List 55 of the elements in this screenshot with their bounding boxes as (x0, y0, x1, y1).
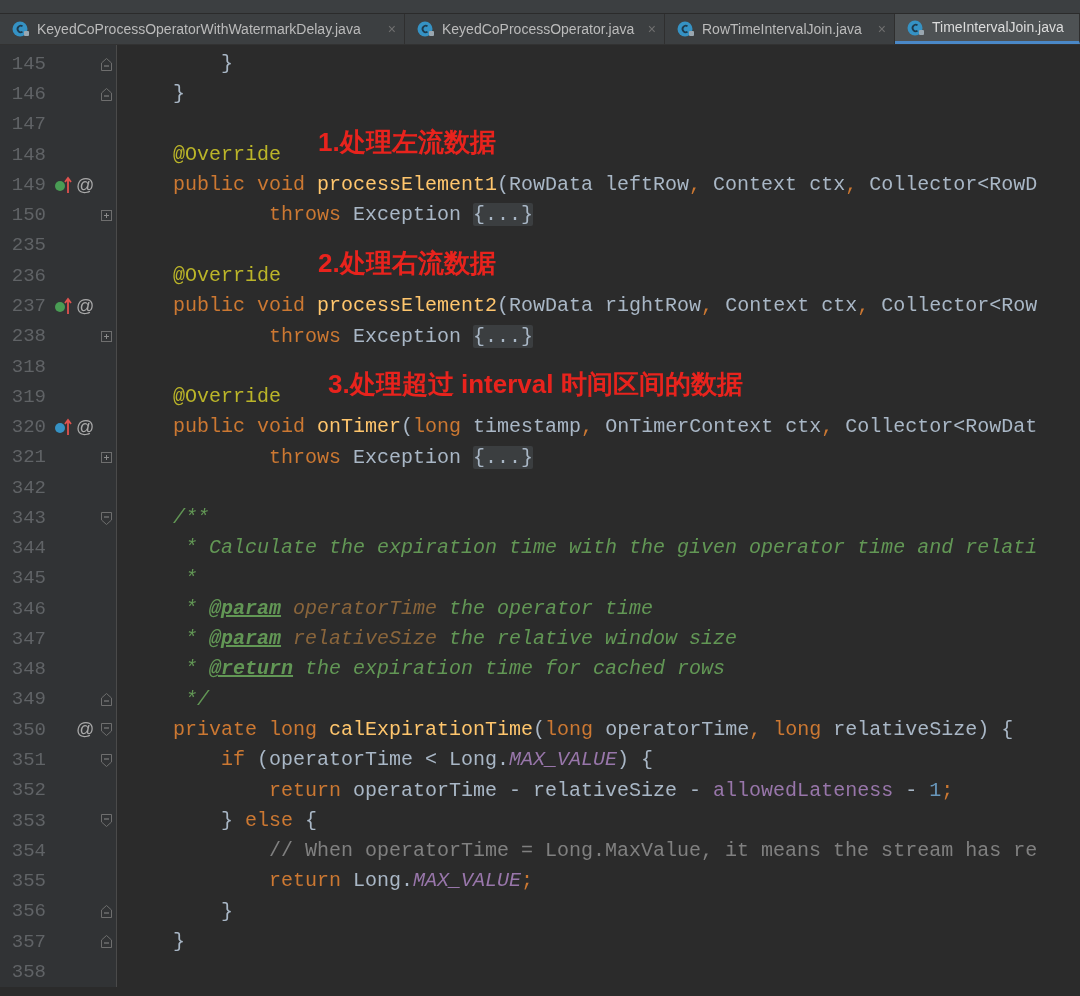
code-line: throws Exception {...} (268, 323, 534, 350)
annotation-marker[interactable]: @ (76, 413, 95, 441)
expand-icon[interactable] (100, 209, 112, 221)
code-line: * @param relativeSize the relative window size (184, 626, 738, 653)
expand-icon[interactable] (100, 452, 112, 464)
code-line: } (172, 928, 185, 955)
annotation-note: 2.处理右流数据 (318, 246, 496, 279)
unfold-icon[interactable] (100, 693, 112, 707)
fold-icon[interactable] (100, 753, 112, 767)
fold-icon[interactable] (100, 814, 112, 828)
code-line: * (184, 565, 197, 592)
code-line: } (220, 898, 234, 925)
unfold-icon[interactable] (100, 905, 112, 919)
editor-tab[interactable]: KeyedCoProcessOperator.java × (405, 14, 665, 44)
code-line: if (operatorTime < Long.MAX_VALUE) { (220, 747, 654, 774)
editor-tab[interactable]: TimeIntervalJoin.java (895, 14, 1080, 44)
class-icon (677, 20, 695, 38)
code-line: @Override (172, 384, 282, 411)
code-line: return Long.MAX_VALUE; (268, 868, 534, 895)
code-line: * Calculate the expiration time with the given operator time and relati (184, 535, 1038, 562)
code-line: // When operatorTime = Long.MaxValue, it means the stream has re (268, 838, 1038, 865)
code-line: * @return the expiration time for cached rows (184, 656, 726, 683)
implementing-method-icon[interactable] (54, 297, 72, 316)
implementing-method-icon[interactable] (54, 176, 72, 195)
code-line: public void onTimer(long timestamp, OnTimerContext ctx, Collector<RowDat (172, 414, 1038, 441)
annotation-note: 3.处理超过 interval 时间区间的数据 (328, 367, 743, 400)
code-line: * @param operatorTime the operator time (184, 595, 654, 622)
code-line: private long calExpirationTime(long operatorTime, long relativeSize) { (172, 716, 1014, 743)
code-line: } (220, 51, 234, 78)
code-line: @Override (172, 263, 282, 289)
unfold-icon[interactable] (100, 57, 112, 71)
annotation-marker[interactable]: @ (76, 292, 95, 320)
code-line: public void processElement1(RowData leftRow, Context ctx, Collector<RowD (172, 172, 1038, 199)
annotation-note: 1.处理左流数据 (318, 125, 496, 158)
annotation-marker[interactable]: @ (76, 716, 95, 744)
code-line: throws Exception {...} (268, 444, 534, 471)
editor-tab[interactable]: KeyedCoProcessOperatorWithWatermarkDelay.java × (0, 14, 405, 44)
expand-icon[interactable] (100, 331, 112, 342)
class-icon (12, 20, 30, 38)
code-line: } (172, 81, 185, 108)
class-icon (907, 18, 925, 37)
code-line: */ (184, 686, 209, 713)
code-line: /** (172, 505, 209, 532)
class-icon (417, 20, 435, 38)
code-line: return operatorTime - relativeSize - allowedLateness - 1; (268, 777, 954, 804)
overriding-method-icon[interactable] (54, 418, 72, 437)
code-line: } else { (220, 807, 318, 834)
unfold-icon[interactable] (100, 935, 112, 949)
unfold-icon[interactable] (100, 87, 112, 101)
code-line: public void processElement2(RowData rightRow, Context ctx, Collector<Row (172, 293, 1038, 320)
annotation-marker[interactable]: @ (76, 171, 95, 199)
code-line: @Override (172, 141, 282, 168)
code-line: throws Exception {...} (268, 202, 534, 229)
fold-icon[interactable] (100, 511, 112, 525)
fold-icon[interactable] (100, 723, 112, 737)
